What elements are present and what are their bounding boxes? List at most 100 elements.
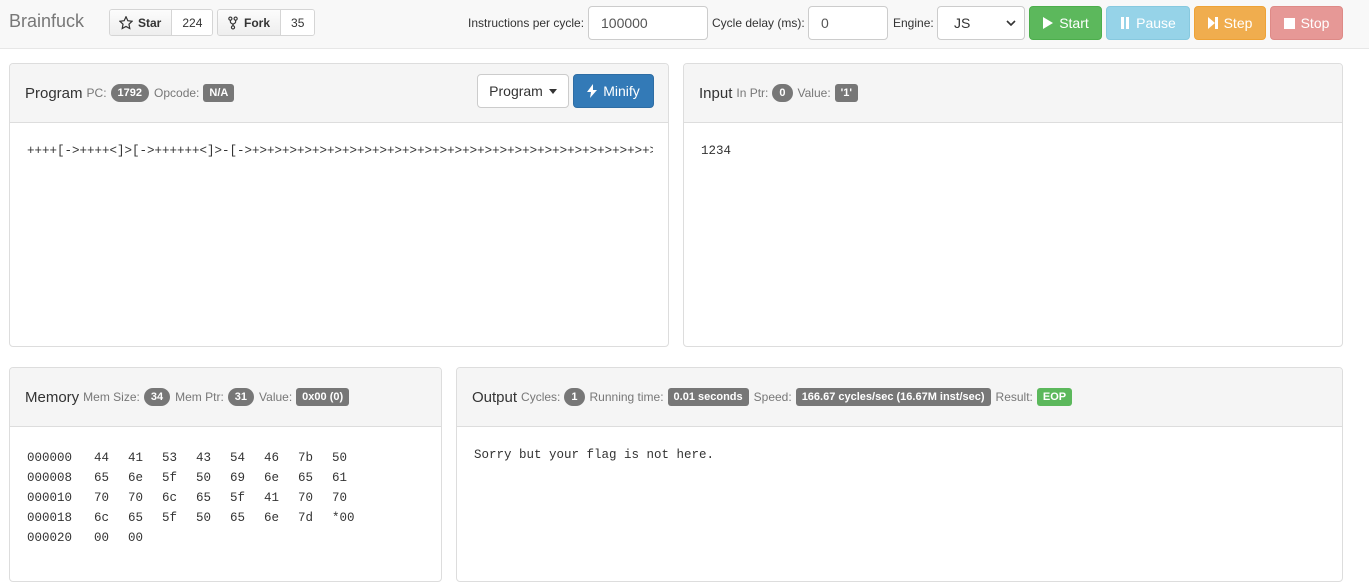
memory-cell: 5f: [162, 471, 178, 485]
in-ptr-label: In Ptr:: [736, 86, 769, 100]
program-dropdown-button[interactable]: Program: [477, 74, 569, 108]
memory-row: 000010 70 70 6c 65 5f 41 70 70: [27, 488, 366, 508]
memory-cell: 65: [196, 491, 212, 505]
stop-button[interactable]: Stop: [1270, 6, 1343, 40]
ipc-label: Instructions per cycle:: [468, 16, 585, 30]
star-button[interactable]: Star: [110, 10, 173, 35]
github-star-button[interactable]: Star 224: [109, 9, 214, 36]
opcode-badge: N/A: [203, 84, 235, 102]
memory-cell: 7b: [298, 451, 314, 465]
input-content[interactable]: 1234: [701, 144, 731, 158]
memory-cell: [162, 528, 196, 548]
pc-label: PC:: [86, 86, 107, 100]
star-label: Star: [138, 15, 162, 30]
memory-address: 000018: [27, 511, 73, 525]
memory-cell: 41: [128, 451, 144, 465]
memory-cell: 69: [230, 471, 246, 485]
program-code[interactable]: ++++[->++++<]>[->++++++<]>-[->+>+>+>+>+>…: [27, 144, 653, 158]
memory-cell: [230, 528, 264, 548]
mem-size-badge: 34: [143, 388, 171, 406]
fork-icon: [228, 15, 238, 30]
input-panel-heading: Input In Ptr: 0 Value: '1': [684, 64, 1342, 123]
ipc-input[interactable]: [588, 6, 708, 40]
memory-cell: 46: [264, 451, 280, 465]
stop-icon: [1283, 17, 1295, 29]
fork-button[interactable]: Fork: [218, 10, 282, 35]
start-button[interactable]: Start: [1029, 6, 1102, 40]
caret-down-icon: [548, 88, 557, 94]
navbar: Brainfuck Star 224 Fork 35 Instructions …: [0, 0, 1369, 49]
memory-cell: 5f: [162, 511, 178, 525]
memory-cell-pointer: *00: [332, 511, 355, 525]
output-content: Sorry but your flag is not here.: [474, 448, 715, 462]
memory-table: 000000 44 41 53 43 54 46 7b 50 000008 65…: [27, 448, 366, 548]
memory-cell: 50: [196, 511, 212, 525]
memory-cell: 6e: [128, 471, 144, 485]
star-count[interactable]: 224: [172, 10, 213, 35]
memory-address: 000008: [27, 471, 73, 485]
stop-label: Stop: [1300, 15, 1330, 31]
lightning-icon: [587, 84, 598, 98]
memory-cell: 00: [94, 531, 110, 545]
memory-row: 000008 65 6e 5f 50 69 6e 65 61: [27, 468, 366, 488]
memory-address: 000000: [27, 451, 73, 465]
star-icon: [119, 15, 133, 30]
cycles-label: Cycles:: [521, 390, 561, 404]
memory-cell: 00: [128, 531, 144, 545]
mem-size-label: Mem Size:: [83, 390, 140, 404]
program-panel: Program PC: 1792 Opcode: N/A Program Min…: [9, 63, 669, 347]
fork-count[interactable]: 35: [281, 10, 315, 35]
memory-cell: 5f: [230, 491, 246, 505]
input-title: Input: [699, 84, 733, 102]
memory-row: 000018 6c 65 5f 50 65 6e 7d *00: [27, 508, 366, 528]
engine-select[interactable]: JS: [937, 6, 1025, 40]
mem-value-badge: 0x00 (0): [296, 388, 350, 406]
mem-value-label: Value:: [259, 390, 293, 404]
step-forward-icon: [1207, 17, 1218, 29]
opcode-label: Opcode:: [154, 86, 200, 100]
memory-panel-title: Memory Mem Size: 34 Mem Ptr: 31 Value: 0…: [25, 388, 354, 406]
output-view: Sorry but your flag is not here.: [457, 428, 1342, 581]
memory-cell: 6e: [264, 511, 280, 525]
memory-view: 000000 44 41 53 43 54 46 7b 50 000008 65…: [10, 428, 441, 581]
memory-cell: 65: [230, 511, 246, 525]
memory-panel-heading: Memory Mem Size: 34 Mem Ptr: 31 Value: 0…: [10, 368, 441, 427]
speed-badge: 166.67 cycles/sec (16.67M inst/sec): [795, 388, 991, 406]
step-label: Step: [1223, 15, 1253, 31]
minify-label: Minify: [603, 83, 640, 99]
cycle-delay-input[interactable]: [808, 6, 888, 40]
input-editor[interactable]: 1234: [684, 124, 1342, 346]
program-panel-title: Program PC: 1792 Opcode: N/A: [25, 84, 239, 102]
step-button[interactable]: Step: [1194, 6, 1266, 40]
memory-cell: 61: [332, 471, 348, 485]
program-title: Program: [25, 84, 83, 102]
memory-cell: 70: [94, 491, 110, 505]
program-editor[interactable]: ++++[->++++<]>[->++++++<]>-[->+>+>+>+>+>…: [10, 124, 668, 346]
input-value-label: Value:: [797, 86, 831, 100]
minify-button[interactable]: Minify: [573, 74, 654, 108]
start-label: Start: [1059, 15, 1089, 31]
memory-cell: 54: [230, 451, 246, 465]
mem-ptr-label: Mem Ptr:: [175, 390, 224, 404]
running-time-label: Running time:: [589, 390, 664, 404]
in-ptr-badge: 0: [772, 84, 793, 102]
memory-cell: 44: [94, 451, 110, 465]
pause-button[interactable]: Pause: [1106, 6, 1190, 40]
memory-cell: 65: [298, 471, 314, 485]
brand-title[interactable]: Brainfuck: [9, 11, 84, 32]
running-time-badge: 0.01 seconds: [667, 388, 749, 406]
memory-cell: 43: [196, 451, 212, 465]
memory-cell: [332, 528, 366, 548]
memory-panel: Memory Mem Size: 34 Mem Ptr: 31 Value: 0…: [9, 367, 442, 582]
fork-label: Fork: [244, 15, 271, 30]
memory-cell: 53: [162, 451, 178, 465]
output-panel-heading: Output Cycles: 1 Running time: 0.01 seco…: [457, 368, 1342, 427]
pc-badge: 1792: [110, 84, 150, 102]
memory-title: Memory: [25, 388, 80, 406]
memory-cell: 6c: [162, 491, 178, 505]
program-dropdown-label: Program: [489, 83, 543, 99]
output-panel: Output Cycles: 1 Running time: 0.01 seco…: [456, 367, 1343, 582]
chevron-down-icon: [1006, 20, 1016, 26]
github-fork-button[interactable]: Fork 35: [217, 9, 316, 36]
memory-cell: 7d: [298, 511, 314, 525]
